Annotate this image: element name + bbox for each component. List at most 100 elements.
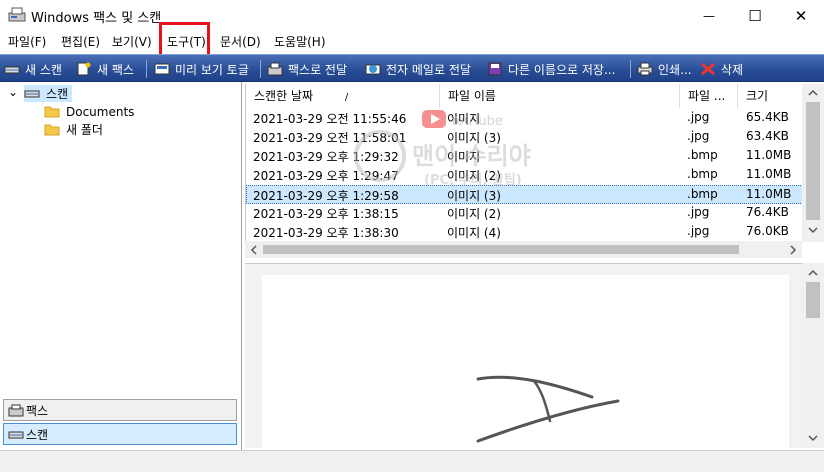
scan-preview-pane: [245, 263, 802, 449]
send-fax-label: 팩스로 전달: [288, 62, 348, 77]
scanner-icon: [4, 66, 20, 74]
scan-view-button[interactable]: 스캔: [3, 423, 237, 445]
menu-file[interactable]: 파일(F): [8, 33, 46, 50]
cell-name: 이미지 (4): [447, 226, 501, 240]
scroll-down-icon[interactable]: [808, 435, 818, 442]
preview-scroll-thumb[interactable]: [806, 282, 820, 318]
cell-type: .bmp: [687, 167, 718, 181]
menu-bar: 파일(F) 편집(E) 보기(V) 도구(T) 문서(D) 도움말(H): [0, 31, 824, 52]
preview-toggle-button[interactable]: 미리 보기 토글: [154, 60, 249, 78]
column-header-label: 스캔한 날짜: [254, 89, 314, 103]
menu-document[interactable]: 문서(D): [220, 33, 261, 50]
table-row-selected[interactable]: 2021-03-29 오후 1:29:58 이미지 (3) .bmp 11.0M…: [246, 185, 803, 204]
table-row[interactable]: 2021-03-29 오전 11:55:46 이미지 .jpg 65.4KB: [246, 109, 803, 128]
preview-icon: [154, 63, 170, 75]
close-button[interactable]: ✕: [778, 0, 824, 31]
column-header-date[interactable]: 스캔한 날짜 /: [246, 84, 440, 108]
menu-view[interactable]: 보기(V): [112, 33, 152, 50]
save-as-label: 다른 이름으로 저장...: [508, 62, 616, 77]
close-icon: ✕: [794, 6, 808, 25]
folder-icon: [44, 124, 60, 136]
fax-view-label: 팩스: [26, 403, 49, 418]
save-as-button[interactable]: 다른 이름으로 저장...: [487, 60, 615, 78]
fax-icon: [8, 404, 24, 416]
cell-size: 65.4KB: [746, 110, 789, 124]
cell-size: 63.4KB: [746, 129, 789, 143]
minimize-button[interactable]: —: [686, 0, 732, 31]
cell-size: 76.0KB: [746, 224, 789, 238]
fax-scan-app-icon: [8, 7, 26, 22]
tree-item-label: Documents: [66, 104, 135, 119]
table-row[interactable]: 2021-03-29 오후 1:29:32 이미지 .bmp 11.0MB: [246, 147, 803, 166]
column-header-type[interactable]: 파일 ...: [680, 84, 738, 108]
toolbar-separator: [146, 60, 147, 78]
table-row[interactable]: 2021-03-29 오전 11:58:01 이미지 (3) .jpg 63.4…: [246, 128, 803, 147]
delete-icon: [701, 62, 715, 76]
scroll-down-icon[interactable]: [808, 227, 818, 234]
send-fax-button[interactable]: 팩스로 전달: [267, 60, 347, 78]
status-bar: [0, 450, 824, 472]
list-scroll-thumb[interactable]: [806, 102, 820, 220]
folder-tree-pane: ⌄ 스캔 Documents 새 폴더 팩스 스캔: [0, 82, 242, 452]
cell-date: 2021-03-29 오전 11:55:46: [253, 112, 407, 126]
minimize-icon: —: [703, 8, 715, 23]
cell-name: 이미지 (3): [447, 189, 501, 203]
scroll-right-icon[interactable]: [790, 245, 797, 255]
cell-type: .jpg: [687, 205, 710, 219]
fax-view-button[interactable]: 팩스: [3, 399, 237, 421]
toolbar: 새 스캔 새 팩스 미리 보기 토글 팩스로 전달 전자 메일로 전달 다른 이…: [0, 54, 824, 82]
cell-size: 11.0MB: [746, 167, 792, 181]
cell-name: 이미지: [447, 112, 481, 126]
scanner-icon: [24, 90, 40, 98]
new-fax-label: 새 팩스: [97, 62, 134, 77]
new-scan-button[interactable]: 새 스캔: [4, 60, 62, 78]
cell-size: 11.0MB: [746, 187, 792, 201]
cell-size: 76.4KB: [746, 205, 789, 219]
preview-toggle-label: 미리 보기 토글: [175, 62, 249, 77]
cell-date: 2021-03-29 오후 1:29:32: [253, 150, 399, 164]
send-email-button[interactable]: 전자 메일로 전달: [365, 60, 471, 78]
tools-menu-highlight: [159, 22, 210, 57]
cell-date: 2021-03-29 오후 1:38:15: [253, 207, 399, 221]
new-scan-label: 새 스캔: [25, 62, 62, 77]
tree-item-label: 새 폴더: [66, 123, 103, 137]
cell-date: 2021-03-29 오후 1:38:30: [253, 226, 399, 240]
send-email-label: 전자 메일로 전달: [386, 62, 471, 77]
table-row[interactable]: 2021-03-29 오후 1:38:15 이미지 (2) .jpg 76.4K…: [246, 204, 803, 223]
title-bar: Windows 팩스 및 스캔 — ☐ ✕: [0, 0, 824, 31]
cell-type: .jpg: [687, 110, 710, 124]
cell-date: 2021-03-29 오전 11:58:01: [253, 131, 407, 145]
menu-help[interactable]: 도움말(H): [274, 33, 326, 50]
scanner-icon: [8, 431, 24, 438]
list-horizontal-scrollbar[interactable]: [245, 241, 802, 258]
tree-item-new-folder[interactable]: 새 폴더: [44, 121, 103, 138]
new-fax-icon: [77, 62, 91, 76]
tree-expand-toggle[interactable]: ⌄: [8, 84, 19, 103]
new-fax-button[interactable]: 새 팩스: [76, 60, 134, 78]
column-header-name[interactable]: 파일 이름: [440, 84, 680, 108]
menu-edit[interactable]: 편집(E): [61, 33, 100, 50]
cell-name: 이미지: [447, 150, 481, 164]
list-hscroll-thumb[interactable]: [263, 245, 739, 254]
table-row[interactable]: 2021-03-29 오후 1:29:47 이미지 (2) .bmp 11.0M…: [246, 166, 803, 185]
scroll-up-icon[interactable]: [808, 89, 818, 96]
delete-label: 삭제: [721, 62, 744, 77]
cell-name: 이미지 (2): [447, 169, 501, 183]
tree-item-scan[interactable]: 스캔: [24, 85, 73, 102]
column-header-size[interactable]: 크기: [738, 84, 803, 108]
list-vertical-scrollbar[interactable]: [802, 84, 824, 242]
scroll-up-icon[interactable]: [808, 269, 818, 276]
print-button[interactable]: 인쇄...: [637, 60, 692, 78]
preview-vertical-scrollbar[interactable]: [802, 263, 824, 448]
cell-type: .jpg: [687, 129, 710, 143]
chevron-down-icon: ⌄: [8, 84, 19, 99]
maximize-button[interactable]: ☐: [732, 0, 778, 31]
tree-item-documents[interactable]: Documents: [44, 103, 134, 120]
table-row[interactable]: 2021-03-29 오후 1:38:30 이미지 (4) .jpg 76.0K…: [246, 223, 803, 242]
file-list: 스캔한 날짜 / 파일 이름 파일 ... 크기 2021-03-29 오전 1…: [245, 84, 803, 242]
scroll-left-icon[interactable]: [250, 245, 257, 255]
toolbar-separator: [630, 60, 631, 78]
toolbar-separator: [260, 60, 261, 78]
scanned-drawing: [476, 375, 620, 443]
delete-button[interactable]: 삭제: [700, 60, 743, 78]
